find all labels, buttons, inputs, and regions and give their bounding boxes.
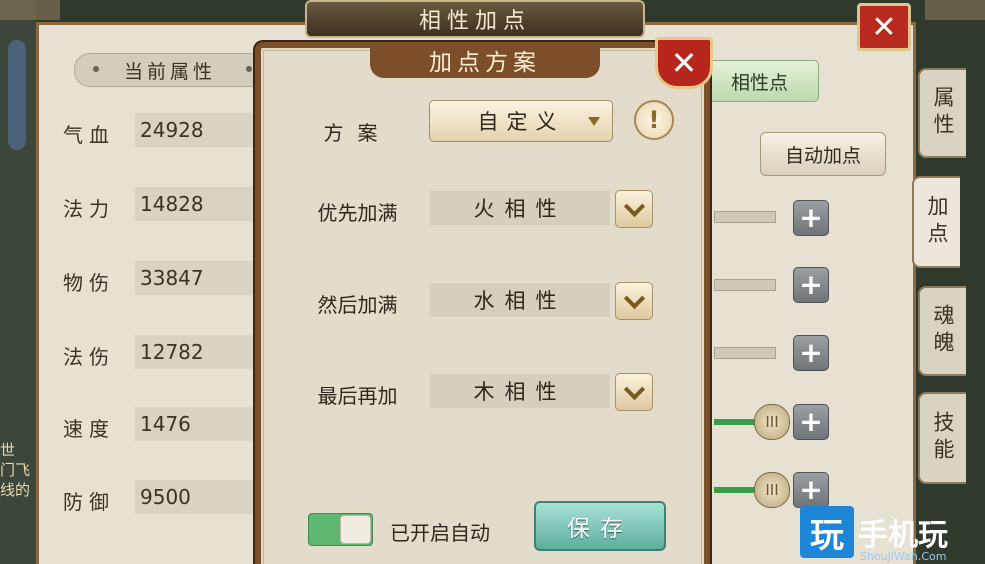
plus-icon[interactable]: + xyxy=(793,404,829,440)
corner-ornament-right xyxy=(925,0,985,20)
watermark-url: ShouJiWan.Com xyxy=(860,550,947,563)
chevron-down-icon xyxy=(623,378,645,400)
stat-value: 12782 xyxy=(135,335,255,369)
plus-icon[interactable]: + xyxy=(793,200,829,236)
toggle-knob[interactable] xyxy=(340,515,371,544)
tab-current-attributes[interactable]: 当前属性 xyxy=(74,53,266,87)
watermark-logo: 玩 xyxy=(800,506,854,558)
priority-label: 然后加满 xyxy=(317,293,398,317)
plus-icon[interactable]: + xyxy=(793,335,829,371)
stat-label: 物伤 xyxy=(63,271,115,295)
toggle-label: 已开启自动 xyxy=(390,521,490,545)
scheme-select[interactable]: 自定义 xyxy=(429,100,613,142)
edge-text: 世 门飞 线的 xyxy=(0,441,31,499)
stat-label: 法伤 xyxy=(63,345,115,369)
stat-value: 24928 xyxy=(135,113,255,147)
save-button[interactable]: 保存 xyxy=(534,501,666,551)
affinity-value: 火相性 xyxy=(430,191,610,225)
side-tab-skills[interactable]: 技能 xyxy=(918,392,966,484)
slider-track xyxy=(714,211,776,223)
plus-icon[interactable]: + xyxy=(793,267,829,303)
close-icon[interactable]: ✕ xyxy=(857,3,911,51)
stat-label: 防御 xyxy=(63,490,115,514)
stat-label: 气血 xyxy=(63,123,115,147)
info-icon[interactable]: ! xyxy=(634,100,674,140)
watermark-text: 手机玩 xyxy=(858,518,948,553)
side-tab-add-points[interactable]: 加点 xyxy=(912,176,960,268)
page-title: 相性加点 xyxy=(305,0,645,38)
chevron-down-icon xyxy=(623,287,645,309)
slider-track xyxy=(714,279,776,291)
close-icon[interactable]: ✕ xyxy=(655,37,713,89)
scheme-label: 方案 xyxy=(323,121,392,145)
side-tab-soul[interactable]: 魂魄 xyxy=(918,286,966,376)
slider-handle-icon[interactable]: III xyxy=(754,472,790,508)
auto-add-button[interactable]: 自动加点 xyxy=(760,132,886,176)
corner-ornament-left xyxy=(0,0,60,20)
dropdown-arrow-icon xyxy=(588,117,600,126)
dropdown-button[interactable] xyxy=(615,282,653,320)
stat-label: 法力 xyxy=(63,197,115,221)
dot-icon xyxy=(93,66,99,72)
stat-label: 速度 xyxy=(63,417,115,441)
slider-track xyxy=(714,347,776,359)
ornament-icon xyxy=(8,40,26,150)
affinity-points-button[interactable]: 相性点 xyxy=(700,60,819,102)
side-tab-attributes[interactable]: 属性 xyxy=(918,68,966,158)
stat-value: 14828 xyxy=(135,187,255,221)
slider-handle-icon[interactable]: III xyxy=(754,404,790,440)
stat-value: 9500 xyxy=(135,480,255,514)
stat-value: 33847 xyxy=(135,261,255,295)
dot-icon xyxy=(246,66,252,72)
dropdown-button[interactable] xyxy=(615,190,653,228)
priority-label: 优先加满 xyxy=(317,201,398,225)
dropdown-button[interactable] xyxy=(615,373,653,411)
affinity-value: 水相性 xyxy=(430,283,610,317)
chevron-down-icon xyxy=(623,195,645,217)
affinity-value: 木相性 xyxy=(430,374,610,408)
dialog-title: 加点方案 xyxy=(370,42,600,78)
stat-value: 1476 xyxy=(135,407,255,441)
priority-label: 最后再加 xyxy=(317,384,398,408)
plus-icon[interactable]: + xyxy=(793,472,829,508)
